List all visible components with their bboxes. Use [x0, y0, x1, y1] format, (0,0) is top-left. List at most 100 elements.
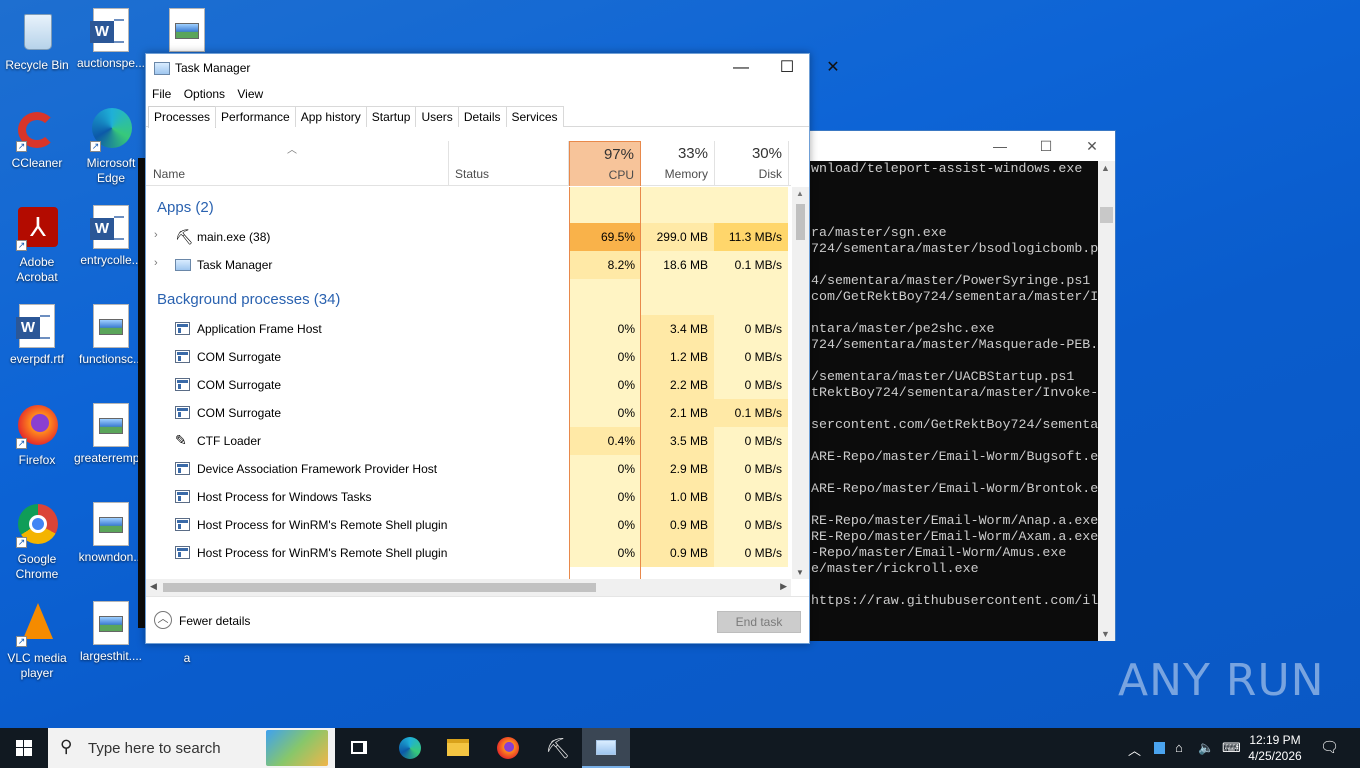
desktop-icon-image-file[interactable] — [150, 8, 224, 56]
app-window-icon — [175, 350, 190, 363]
search-icon: ⚲ — [60, 737, 73, 756]
chrome-icon: ↗ — [14, 502, 60, 548]
desktop-icon-largesthit[interactable]: largesthit.... — [74, 601, 148, 664]
column-status[interactable]: Status — [449, 141, 569, 186]
column-name[interactable]: ︿ Name — [146, 141, 448, 186]
desktop-icon-greaterremp[interactable]: greaterremp... — [74, 403, 149, 466]
scrollbar-thumb[interactable] — [796, 204, 805, 240]
chevron-right-icon[interactable]: › — [154, 257, 158, 269]
tab-strip: Processes Performance App history Startup Us… — [146, 105, 809, 128]
firefox-taskbar-icon[interactable] — [484, 728, 532, 768]
task-manager-taskbar-icon[interactable] — [582, 728, 630, 768]
process-list[interactable]: Apps (2) › ⛏ main.exe (38) 69.5% 299.0 M… — [146, 187, 791, 579]
tab-details[interactable]: Details — [457, 106, 507, 127]
image-file-icon — [93, 601, 129, 645]
vertical-scrollbar[interactable]: ▲ ▼ — [792, 187, 809, 579]
desktop-icon-knowndon[interactable]: knowndon... — [74, 502, 148, 565]
chevron-up-circle-icon[interactable]: ︿ — [154, 611, 172, 629]
close-icon[interactable]: ✕ — [810, 54, 856, 83]
desktop-icon-adobe-acrobat[interactable]: ⅄ ↗ Adobe Acrobat — [0, 205, 74, 285]
tab-performance[interactable]: Performance — [215, 106, 296, 127]
minimize-icon[interactable]: — — [977, 131, 1023, 161]
firefox-icon: ↗ — [14, 403, 60, 449]
list-item[interactable]: Application Frame Host 0% 3.4 MB 0 MB/s — [146, 315, 791, 343]
app-tray-icon[interactable] — [1154, 742, 1165, 754]
image-file-icon — [93, 502, 129, 546]
pen-icon: ✎ — [175, 432, 187, 448]
column-disk[interactable]: 30% Disk — [715, 141, 788, 186]
desktop-icon-everpdf[interactable]: W everpdf.rtf — [0, 304, 74, 367]
keyboard-icon[interactable]: ⌨ — [1222, 740, 1241, 756]
image-file-icon — [169, 8, 205, 52]
column-cpu[interactable]: 97% CPU — [569, 141, 641, 186]
list-item[interactable]: COM Surrogate 0% 1.2 MB 0 MB/s — [146, 343, 791, 371]
desktop-icon-vlc[interactable]: ↗ VLC media player — [0, 601, 74, 681]
tab-users[interactable]: Users — [415, 106, 459, 127]
start-button[interactable] — [0, 728, 48, 768]
tab-services[interactable]: Services — [505, 106, 564, 127]
task-manager-window[interactable]: Task Manager — ☐ ✕ File Options View Pro… — [145, 53, 840, 644]
ccleaner-icon: ↗ — [14, 106, 60, 152]
menu-options[interactable]: Options — [184, 83, 232, 101]
tab-app-history[interactable]: App history — [294, 106, 367, 127]
menubar: File Options View — [146, 83, 809, 105]
notifications-icon[interactable]: 🗨 — [1320, 738, 1339, 756]
maximize-icon[interactable]: ☐ — [1023, 131, 1069, 161]
volume-icon[interactable]: 🔈 — [1198, 740, 1214, 756]
windows-logo-icon — [16, 740, 32, 756]
menu-file[interactable]: File — [152, 83, 178, 101]
pickaxe-icon[interactable]: ⛏ — [532, 728, 580, 768]
task-manager-titlebar[interactable]: Task Manager — ☐ ✕ — [146, 54, 840, 83]
list-item[interactable]: COM Surrogate 0% 2.2 MB 0 MB/s — [146, 371, 791, 399]
app-window-icon — [175, 378, 190, 391]
maximize-button[interactable]: ☐ — [764, 54, 810, 83]
horizontal-scrollbar[interactable]: ◀ ▶ — [146, 579, 791, 596]
app-window-icon — [175, 322, 190, 335]
list-item[interactable]: Host Process for WinRM's Remote Shell pl… — [146, 539, 791, 567]
anyrun-watermark: ANY RUN — [1118, 655, 1325, 706]
word-document-icon: W — [90, 8, 129, 52]
chevron-right-icon[interactable]: › — [154, 229, 158, 241]
desktop-icon-functionsc[interactable]: functionsc... — [74, 304, 148, 367]
close-icon[interactable]: ✕ — [1069, 131, 1115, 161]
cmd-scrollbar[interactable]: ▲ ▼ — [1098, 161, 1115, 641]
minimize-button[interactable]: — — [718, 54, 764, 83]
list-item[interactable]: COM Surrogate 0% 2.1 MB 0.1 MB/s — [146, 399, 791, 427]
desktop-icon-auctionspe[interactable]: W auctionspe... — [74, 8, 148, 71]
desktop-icon-google-chrome[interactable]: ↗ Google Chrome — [0, 502, 74, 582]
column-memory[interactable]: 33% Memory — [641, 141, 714, 186]
list-item[interactable]: › ⛏ main.exe (38) 69.5% 299.0 MB 11.3 MB… — [146, 223, 791, 251]
list-item[interactable]: › Task Manager 8.2% 18.6 MB 0.1 MB/s — [146, 251, 791, 279]
desktop-icon-microsoft-edge[interactable]: ↗ Microsoft Edge — [74, 106, 148, 186]
chevron-up-icon[interactable]: ︿ — [1128, 740, 1141, 759]
desktop-icon-entrycolle[interactable]: W entrycolle... — [74, 205, 148, 268]
search-highlight-image — [266, 730, 328, 766]
image-file-icon — [93, 403, 129, 447]
task-view-icon[interactable] — [336, 728, 384, 768]
edge-taskbar-icon[interactable] — [386, 728, 434, 768]
tab-startup[interactable]: Startup — [365, 106, 417, 127]
end-task-button[interactable]: End task — [717, 611, 801, 633]
list-item[interactable]: ✎ CTF Loader 0.4% 3.5 MB 0 MB/s — [146, 427, 791, 455]
app-window-icon — [175, 490, 190, 503]
clock[interactable]: 12:19 PM 4/25/2026 — [1240, 732, 1310, 764]
acrobat-icon: ⅄ ↗ — [14, 205, 60, 251]
scrollbar-thumb[interactable] — [163, 583, 596, 592]
vlc-icon: ↗ — [14, 601, 60, 647]
app-window-icon — [175, 406, 190, 419]
list-item[interactable]: Device Association Framework Provider Ho… — [146, 455, 791, 483]
list-item[interactable]: Host Process for WinRM's Remote Shell pl… — [146, 511, 791, 539]
desktop-icon-recycle-bin[interactable]: Recycle Bin — [0, 8, 74, 73]
menu-view[interactable]: View — [237, 83, 270, 101]
file-explorer-icon[interactable] — [434, 728, 482, 768]
fewer-details-link[interactable]: Fewer details — [179, 614, 250, 628]
search-box[interactable]: ⚲ Type here to search — [48, 728, 335, 768]
tab-processes[interactable]: Processes — [148, 106, 217, 128]
desktop-icon-a[interactable]: a — [150, 651, 224, 666]
word-document-icon: W — [90, 205, 129, 249]
desktop-icon-ccleaner[interactable]: ↗ CCleaner — [0, 106, 74, 171]
network-icon[interactable]: ⌂ — [1175, 740, 1183, 755]
window-title: Task Manager — [175, 61, 251, 75]
list-item[interactable]: Host Process for Windows Tasks 0% 1.0 MB 0 … — [146, 483, 791, 511]
desktop-icon-firefox[interactable]: ↗ Firefox — [0, 403, 74, 468]
